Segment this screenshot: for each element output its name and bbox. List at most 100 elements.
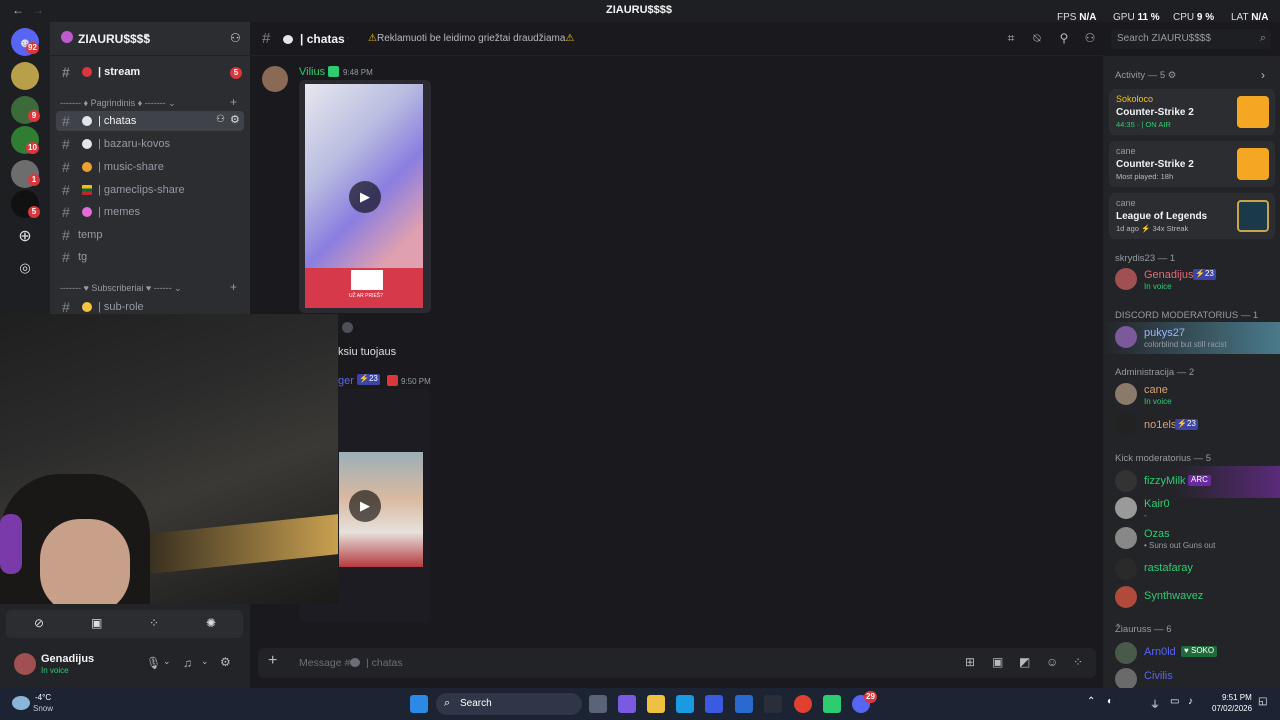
reaction-icon[interactable] — [342, 322, 353, 333]
member-list-icon[interactable]: ⚇ — [1082, 31, 1098, 47]
channel-stream[interactable]: # | stream 5 — [56, 62, 244, 82]
search-input[interactable]: Search ZIAURU$$$$ ⌕ — [1111, 29, 1271, 49]
activity-header[interactable]: Activity — 5 ⚙ — [1115, 70, 1176, 81]
invite-icon[interactable]: ⚇ — [216, 114, 225, 125]
screen-share-icon[interactable]: ▣ — [91, 616, 102, 630]
channel-gameclips-share[interactable]: # | gameclips-share — [56, 180, 244, 200]
avatar — [1115, 497, 1137, 519]
chevron-down-icon[interactable]: ⌄ — [201, 656, 209, 667]
activity-card[interactable]: Sokoloco Counter-Strike 2 44:35 · | ON A… — [1109, 89, 1275, 135]
taskbar-search[interactable]: ⌕ Search — [436, 693, 582, 715]
avatar — [1115, 326, 1137, 348]
channel-music-share[interactable]: # | music-share — [56, 157, 244, 177]
file-explorer-icon[interactable] — [647, 695, 665, 713]
activity-game: Counter-Strike 2 — [1116, 159, 1194, 170]
add-channel-icon[interactable]: + — [230, 95, 237, 109]
play-icon[interactable]: ▶ — [349, 181, 381, 213]
gif-icon[interactable]: ▣ — [992, 655, 1003, 669]
member-row[interactable]: Synthwavez — [1103, 582, 1280, 614]
avatar[interactable] — [262, 66, 288, 92]
member-row[interactable]: no1els ⚡23 — [1103, 409, 1280, 441]
heart-icon — [82, 302, 92, 312]
notification-icon[interactable]: ◱ — [1258, 696, 1267, 707]
message-author[interactable]: ger — [338, 375, 354, 387]
activity-card[interactable]: cane League of Legends 1d ago ⚡ 34x Stre… — [1109, 193, 1275, 239]
app-icon[interactable] — [823, 695, 841, 713]
channel-tg[interactable]: # tg — [56, 247, 244, 267]
pin-icon[interactable]: ⚲ — [1056, 31, 1072, 47]
headphones-icon[interactable]: ♫ — [183, 656, 192, 670]
emoji-icon[interactable]: ☺ — [1046, 655, 1058, 669]
gift-icon[interactable]: ⊞ — [965, 655, 975, 669]
activities-icon[interactable]: ⁘ — [149, 616, 159, 630]
discord-badge: 29 — [864, 691, 877, 703]
copilot-icon[interactable] — [618, 695, 636, 713]
activity-detail: 44:35 · | ON AIR — [1116, 120, 1171, 129]
back-arrow-icon[interactable]: ← — [12, 3, 24, 17]
gear-icon[interactable]: ⚙ — [230, 113, 240, 126]
mail-icon[interactable] — [735, 695, 753, 713]
steam-icon[interactable] — [764, 695, 782, 713]
category-pagrindinis[interactable]: ------- ♦ Pagrindinis ♦ ------- ⌄ — [60, 98, 176, 109]
user-panel: ⊘ ▣ ⁘ ✺ Genadijus In voice 🎙︎ ⌄ ♫ ⌄ ⚙ — [0, 604, 250, 688]
network-icon[interactable]: ▭ — [1170, 696, 1179, 707]
microphone-icon[interactable]: 🎙︎ — [146, 656, 161, 670]
hash-icon: # — [62, 136, 70, 152]
channel-temp[interactable]: # temp — [56, 225, 244, 245]
edge-icon[interactable] — [676, 695, 694, 713]
server-header[interactable]: ZIAURU$$$$ ▾ ⚇ — [50, 22, 250, 56]
video-attachment[interactable]: UŽ AR PRIEŠ? ▶ — [299, 80, 431, 313]
member-row[interactable]: Ozas • Suns out Guns out — [1103, 523, 1280, 555]
mute-bell-icon[interactable]: ⍉ — [1029, 31, 1045, 47]
volume-icon[interactable]: ♪ — [1188, 696, 1193, 707]
store-icon[interactable] — [705, 695, 723, 713]
member-row[interactable]: pukys27 colorblind but still racist — [1103, 322, 1280, 354]
clock-time[interactable]: 9:51 PM — [1222, 693, 1252, 702]
weather-icon[interactable] — [12, 696, 30, 710]
clock-date[interactable]: 07/02/2026 — [1212, 704, 1252, 713]
member-row[interactable]: Genadijus ⚡23 In voice — [1103, 264, 1280, 296]
activity-card[interactable]: cane Counter-Strike 2 Most played: 18h — [1109, 141, 1275, 187]
microphone-tray-icon[interactable]: ⏚ — [1150, 696, 1160, 711]
person-face — [40, 519, 130, 604]
chevron-down-icon[interactable]: ⌄ — [163, 656, 171, 667]
member-row[interactable]: cane In voice — [1103, 379, 1280, 411]
gear-icon[interactable]: ⚙ — [220, 655, 231, 669]
chevron-up-icon[interactable]: ⌃ — [1087, 696, 1095, 707]
server-icon-1[interactable] — [11, 62, 39, 90]
member-name: Civilis — [1144, 670, 1173, 682]
message-text: ksiu tuojaus — [338, 346, 397, 358]
chrome-icon[interactable] — [794, 695, 812, 713]
windows-start-icon[interactable] — [410, 695, 428, 713]
forward-arrow-icon[interactable]: → — [32, 3, 44, 17]
search-icon: ⌕ — [444, 697, 451, 709]
discover-icon[interactable]: ◎ — [11, 254, 39, 282]
soundboard-icon[interactable]: ✺ — [206, 616, 216, 630]
add-server-icon[interactable]: ⊕ — [11, 222, 39, 250]
channel-label: | memes — [98, 206, 140, 218]
warning-icon: ⚠ — [368, 33, 377, 44]
channel-topic[interactable]: ⚠Reklamuoti be leidimo griežtai draudžia… — [368, 33, 574, 44]
add-member-icon[interactable]: ⚇ — [230, 31, 241, 45]
camera-off-icon[interactable]: ⊘ — [34, 616, 44, 630]
channel-chatas[interactable]: # | chatas ⚇ ⚙ — [56, 111, 244, 131]
category-subscriberiai[interactable]: ------- ♥ Subscriberiai ♥ ------ ⌄ — [60, 283, 182, 294]
play-icon[interactable]: ▶ — [349, 490, 381, 522]
add-attachment-icon[interactable]: + — [268, 652, 277, 670]
task-view-icon[interactable] — [589, 695, 607, 713]
hash-icon: # — [62, 159, 70, 175]
add-channel-icon[interactable]: + — [230, 280, 237, 294]
message-composer[interactable]: + Message # | chatas ⊞ ▣ ◩ ☺ ⁘ — [258, 648, 1096, 678]
level-badge: ⚡23 — [1193, 269, 1216, 280]
avatar[interactable] — [14, 653, 36, 675]
member-name: Genadijus — [1144, 269, 1194, 281]
apps-icon[interactable]: ⁘ — [1073, 655, 1083, 669]
sticker-icon[interactable]: ◩ — [1019, 655, 1030, 669]
threads-icon[interactable]: ⌗ — [1003, 31, 1019, 47]
message-author[interactable]: Vilius — [299, 66, 325, 78]
member-row[interactable]: Kair0 - — [1103, 493, 1280, 525]
tray-icon[interactable]: ◐ — [1107, 696, 1113, 707]
channel-bazaru-kovos[interactable]: # | bazaru-kovos — [56, 134, 244, 154]
channel-memes[interactable]: # | memes — [56, 202, 244, 222]
chevron-right-icon[interactable]: › — [1261, 68, 1265, 82]
